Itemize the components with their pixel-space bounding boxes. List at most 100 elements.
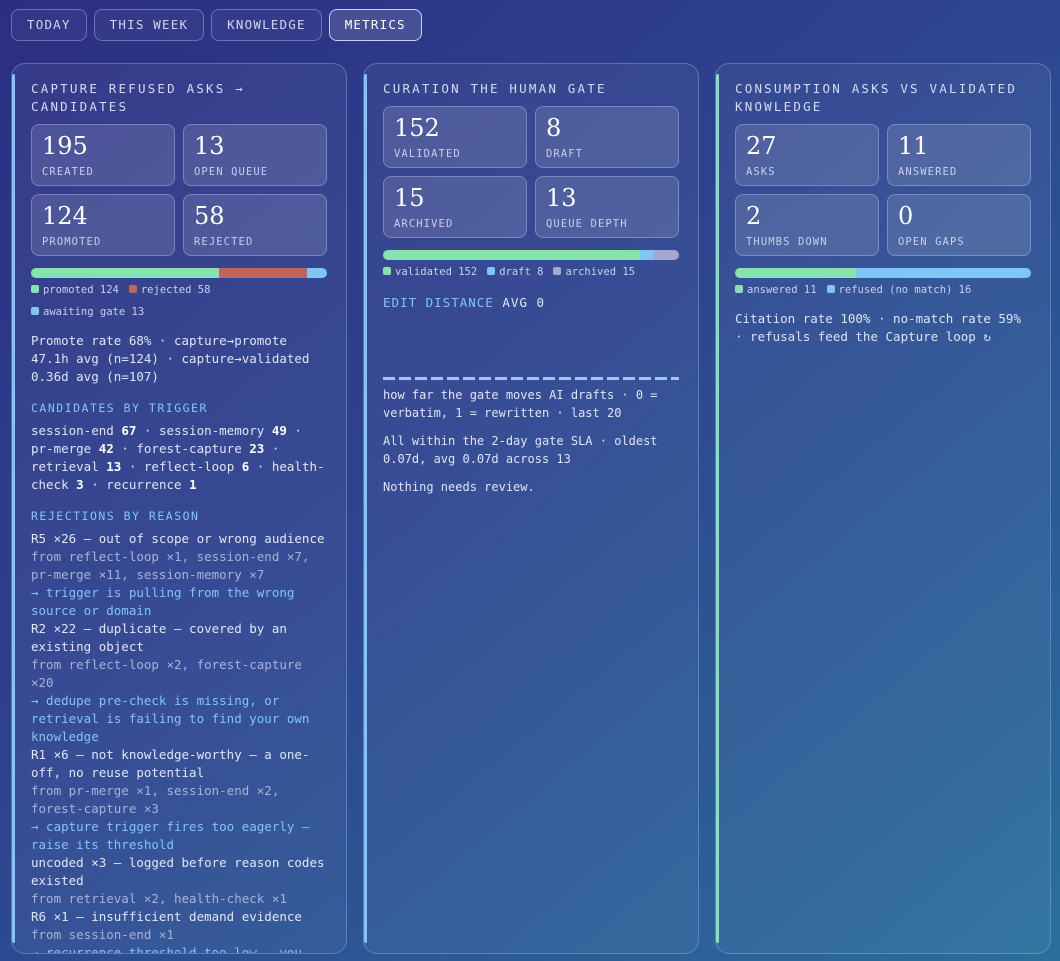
trigger-count: 6 [241, 459, 250, 474]
stat-grid: 152 VALIDATED 8 DRAFT 15 ARCHIVED 13 QUEUE D… [383, 106, 679, 238]
rejection-sources: from reflect-loop ×1, session-end ×7, pr… [31, 549, 310, 582]
trigger-count: 49 [271, 423, 287, 438]
stat-label: VALIDATED [394, 148, 461, 160]
stat-value: 0 [898, 202, 914, 230]
bar-legend: promoted 124 rejected 58 awaiting gate 13 [31, 284, 327, 318]
stat-value: 11 [898, 132, 929, 160]
trigger-name: session-end [31, 423, 122, 438]
rejection-reason: R2 ×22 — duplicate — covered by an exist… [31, 621, 287, 654]
legend-item: archived 15 [553, 266, 635, 278]
stat-label: PROMOTED [42, 236, 102, 248]
stat-label: THUMBS DOWN [746, 236, 828, 248]
legend-swatch [735, 285, 743, 293]
stacked-bar [735, 268, 1031, 278]
rejection-item: R6 ×1 — insufficient demand evidence from… [31, 908, 327, 954]
stat-label: ASKS [746, 166, 776, 178]
bar-segment [640, 250, 654, 260]
trigger-name: pr-merge [31, 441, 99, 456]
section-heading-triggers: CANDIDATES BY TRIGGER [31, 401, 208, 415]
stat-value: 58 [194, 202, 225, 230]
rejection-reason: uncoded ×3 — logged before reason codes … [31, 855, 325, 888]
rejection-advice: → trigger is pulling from the wrong sour… [31, 585, 295, 618]
stat-label: DRAFT [546, 148, 584, 160]
edit-distance-sparkline [383, 377, 679, 380]
summary-text: Citation rate 100% · no-match rate 59% ·… [735, 311, 1021, 344]
stat-card-draft: 8 DRAFT [535, 106, 679, 168]
legend-item: validated 152 [383, 266, 477, 278]
tab-metrics[interactable]: METRICS [328, 9, 422, 41]
bar-segment [735, 268, 856, 278]
legend-swatch [383, 267, 391, 275]
bar-segment [219, 268, 308, 278]
stat-card-answered: 11 ANSWERED [887, 124, 1031, 186]
rejection-item: R1 ×6 — not knowledge-worthy — a one-off… [31, 746, 327, 854]
legend-label: promoted 124 [43, 284, 119, 296]
trigger-count: 67 [121, 423, 137, 438]
rejection-reason: R5 ×26 — out of scope or wrong audience [31, 531, 325, 546]
consumption-panel: CONSUMPTION ASKS VS VALIDATED KNOWLEDGE … [715, 63, 1051, 954]
stat-card-archived: 15 ARCHIVED [383, 176, 527, 238]
tab-knowledge[interactable]: KNOWLEDGE [211, 9, 322, 41]
stat-label: REJECTED [194, 236, 254, 248]
capture-panel: CAPTURE REFUSED ASKS → CANDIDATES 195 CRE… [11, 63, 347, 954]
rejection-advice: → recurrence threshold too low — you are… [31, 945, 302, 954]
trigger-count: 1 [189, 477, 197, 492]
summary-text: Promote rate 68% · capture→promote 47.1h… [31, 333, 310, 384]
trigger-item: recurrence 1 [106, 477, 196, 492]
legend-swatch [31, 307, 39, 315]
bar-segment [31, 268, 220, 278]
trigger-item: forest-capture 23 [136, 441, 264, 456]
trigger-item: pr-merge 42 [31, 441, 114, 456]
stat-card-created: 195 CREATED [31, 124, 175, 186]
rejection-item: uncoded ×3 — logged before reason codes … [31, 854, 327, 908]
legend-label: archived 15 [565, 266, 635, 278]
legend-swatch [826, 285, 835, 293]
stat-label: OPEN GAPS [898, 236, 965, 248]
stat-card-rejected: 58 REJECTED [183, 194, 327, 256]
stat-value: 8 [546, 114, 562, 142]
trigger-item: retrieval 13 [31, 459, 121, 474]
stat-grid: 27 ASKS 11 ANSWERED 2 THUMBS DOWN 0 OPEN GAP… [735, 124, 1031, 256]
legend-item: answered 11 [735, 284, 817, 296]
rejection-sources: from retrieval ×2, health-check ×1 [31, 891, 287, 906]
stat-value: 13 [194, 132, 225, 160]
bar-segment [653, 250, 679, 260]
legend-item: refused (no match) 16 [826, 284, 972, 296]
stacked-bar [31, 268, 327, 278]
stat-grid: 195 CREATED 13 OPEN QUEUE 124 PROMOTED 58 RE… [31, 124, 327, 256]
trigger-name: recurrence [106, 477, 190, 492]
review-status-text: Nothing needs review. [383, 480, 535, 494]
trigger-count: 13 [106, 459, 122, 474]
stacked-bar [383, 250, 679, 260]
bar-segment [383, 250, 641, 260]
stat-card-open-gaps: 0 OPEN GAPS [887, 194, 1031, 256]
rejection-reason: R1 ×6 — not knowledge-worthy — a one-off… [31, 747, 310, 780]
stat-card-asks: 27 ASKS [735, 124, 879, 186]
tab-today[interactable]: TODAY [11, 9, 87, 41]
trigger-count: 23 [249, 441, 265, 456]
legend-label: refused (no match) 16 [838, 284, 972, 296]
stat-value: 15 [394, 184, 425, 212]
stat-card-thumbs-down: 2 THUMBS DOWN [735, 194, 879, 256]
rejection-reason: R6 ×1 — insufficient demand evidence [31, 909, 302, 924]
stat-card-queue-depth: 13 QUEUE DEPTH [535, 176, 679, 238]
curation-panel: CURATION THE HUMAN GATE 152 VALIDATED 8 DR… [363, 63, 699, 954]
legend-swatch [487, 267, 496, 275]
stat-value: 124 [42, 202, 88, 230]
stat-value: 195 [42, 132, 88, 160]
trigger-list: session-end 67 · session-memory 49 · pr-… [31, 423, 325, 492]
trigger-name: reflect-loop [143, 459, 242, 474]
stat-label: ANSWERED [898, 166, 958, 178]
trigger-item: session-memory 49 [159, 423, 287, 438]
edit-distance-description: how far the gate moves AI drafts · 0 = v… [383, 388, 658, 420]
legend-label: answered 11 [747, 284, 817, 296]
tab-this-week[interactable]: THIS WEEK [93, 9, 205, 41]
trigger-item: reflect-loop 6 [144, 459, 249, 474]
panel-title: CURATION THE HUMAN GATE [383, 81, 607, 96]
edit-distance-readout: EDIT DISTANCE AVG 0 [383, 295, 679, 310]
bar-legend: answered 11 refused (no match) 16 [735, 284, 1031, 296]
stat-value: 2 [746, 202, 762, 230]
edit-distance-value: AVG 0 [502, 295, 546, 310]
rejection-item: R2 ×22 — duplicate — covered by an exist… [31, 620, 327, 746]
legend-swatch [128, 285, 137, 293]
